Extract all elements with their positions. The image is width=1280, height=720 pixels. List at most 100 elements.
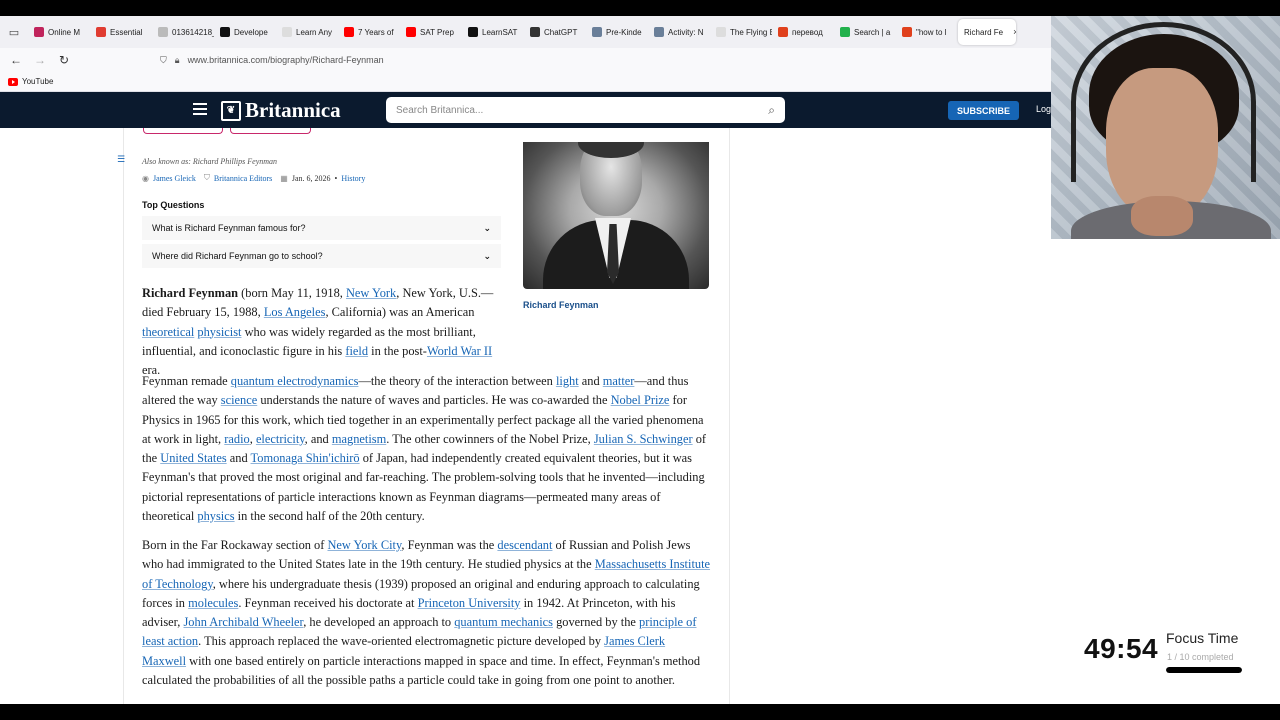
table-of-contents-icon[interactable]: ☰ — [117, 154, 125, 165]
tab-6[interactable]: SAT Prep — [400, 19, 462, 45]
tab-favicon-icon — [778, 27, 788, 37]
also-known-as: Also known as: Richard Phillips Feynman — [142, 157, 278, 166]
tab-label: Richard Fe — [964, 27, 1004, 37]
logo-text: Britannica — [245, 98, 341, 122]
link[interactable]: Los Angeles — [264, 305, 326, 319]
search-input[interactable] — [396, 104, 769, 116]
link[interactable]: quantum electrodynamics — [231, 374, 359, 388]
question-text: Where did Richard Feynman go to school? — [152, 251, 323, 261]
link[interactable]: field — [345, 344, 368, 358]
tab-7[interactable]: LearnSAT — [462, 19, 524, 45]
tab-2[interactable]: 013614218_1 — [152, 19, 214, 45]
paragraph-1: Richard Feynman (born May 11, 1918, New … — [142, 286, 494, 378]
webcam-overlay — [1051, 16, 1280, 239]
menu-icon[interactable] — [193, 103, 207, 115]
link[interactable]: matter — [603, 374, 635, 388]
link[interactable]: magnetism — [332, 432, 386, 446]
tab-10[interactable]: Activity: N — [648, 19, 710, 45]
editors-link[interactable]: Britannica Editors — [214, 174, 272, 183]
tab-favicon-icon — [840, 27, 850, 37]
back-icon[interactable]: ← — [4, 53, 28, 67]
tab-favicon-icon — [530, 27, 540, 37]
link[interactable]: United States — [160, 451, 226, 465]
link[interactable]: science — [221, 393, 257, 407]
lock-icon: 🔒︎ — [174, 54, 180, 65]
question-item[interactable]: Where did Richard Feynman go to school? … — [142, 244, 501, 268]
tab-label: "how to l — [916, 27, 947, 37]
link[interactable]: Massachusetts Institute of Technology — [142, 557, 710, 590]
tab-4[interactable]: Learn Any — [276, 19, 338, 45]
tab-5[interactable]: 7 Years of — [338, 19, 400, 45]
verified-icon: ⛉ — [203, 173, 210, 182]
britannica-logo[interactable]: ❦ Britannica — [221, 98, 341, 123]
close-tab-icon[interactable]: × — [1013, 27, 1016, 37]
tab-favicon-icon — [654, 27, 664, 37]
link[interactable]: John Archibald Wheeler — [183, 615, 303, 629]
tab-label: перевод — [792, 27, 823, 37]
link[interactable]: quantum mechanics — [454, 615, 553, 629]
link[interactable]: molecules — [188, 596, 238, 610]
bookmark-youtube[interactable]: YouTube — [22, 77, 53, 86]
question-item[interactable]: What is Richard Feynman famous for? ⌄ — [142, 216, 501, 240]
tab-9[interactable]: Pre-Kinde — [586, 19, 648, 45]
category-link[interactable]: History — [341, 174, 365, 183]
search-icon[interactable]: ⌕ — [768, 103, 775, 118]
tab-3[interactable]: Develope — [214, 19, 276, 45]
image-caption[interactable]: Richard Feynman — [523, 300, 599, 310]
tab-14[interactable]: "how to l — [896, 19, 958, 45]
feynman-portrait[interactable] — [523, 142, 709, 289]
tab-overview-icon[interactable]: ▭ — [0, 16, 28, 48]
partial-button[interactable] — [230, 128, 311, 134]
focus-progress-text: 1 / 10 completed — [1167, 652, 1234, 662]
tab-favicon-icon — [716, 27, 726, 37]
link[interactable]: light — [556, 374, 579, 388]
partial-button[interactable] — [143, 128, 223, 134]
tab-12[interactable]: перевод — [772, 19, 834, 45]
tab-label: 7 Years of — [358, 27, 394, 37]
youtube-icon — [8, 77, 18, 86]
link[interactable]: Julian S. Schwinger — [594, 432, 693, 446]
tab-label: SAT Prep — [420, 27, 454, 37]
link[interactable]: physicist — [197, 325, 241, 339]
link[interactable]: Princeton University — [418, 596, 521, 610]
tab-label: ChatGPT — [544, 27, 578, 37]
link[interactable]: James Clerk Maxwell — [142, 634, 665, 667]
tab-favicon-icon — [592, 27, 602, 37]
link[interactable]: New York City — [327, 538, 401, 552]
link[interactable]: Nobel Prize — [611, 393, 670, 407]
tab-label: Develope — [234, 27, 268, 37]
tab-favicon-icon — [220, 27, 230, 37]
url-text: www.britannica.com/biography/Richard-Fey… — [187, 55, 384, 65]
tab-favicon-icon — [468, 27, 478, 37]
tab-favicon-icon — [158, 27, 168, 37]
link[interactable]: Tomonaga Shin'ichirō — [251, 451, 360, 465]
forward-icon[interactable]: → — [28, 53, 52, 67]
tab-0[interactable]: Online M — [28, 19, 90, 45]
focus-timer: 49:54 — [1084, 633, 1159, 664]
tab-11[interactable]: The Flying Bir — [710, 19, 772, 45]
tab-8[interactable]: ChatGPT — [524, 19, 586, 45]
paragraph-3: Born in the Far Rockaway section of New … — [142, 538, 711, 688]
link[interactable]: descendant — [497, 538, 552, 552]
link[interactable]: radio — [224, 432, 249, 446]
subscribe-button[interactable]: SUBSCRIBE — [948, 101, 1019, 120]
tab-15[interactable]: Richard Fe × — [958, 19, 1016, 45]
byline: ◉ James Gleick ⛉ Britannica Editors ▦ Ja… — [142, 173, 365, 183]
address-bar[interactable]: ⛉ 🔒︎ www.britannica.com/biography/Richar… — [160, 55, 1050, 66]
search-box: ⌕ — [386, 97, 785, 123]
link[interactable]: electricity — [256, 432, 305, 446]
reload-icon[interactable]: ↻ — [52, 53, 76, 67]
login-link[interactable]: Log — [1036, 104, 1051, 114]
link[interactable]: World War II — [427, 344, 492, 358]
link[interactable]: theoretical — [142, 325, 194, 339]
author-link[interactable]: James Gleick — [153, 174, 196, 183]
tab-13[interactable]: Search | a — [834, 19, 896, 45]
browser-window: ▭ Online M Essential 013614218_1 Develope Le… — [0, 16, 1280, 704]
link[interactable]: physics — [197, 509, 234, 523]
question-text: What is Richard Feynman famous for? — [152, 223, 306, 233]
focus-time-label: Focus Time — [1166, 630, 1239, 646]
link[interactable]: New York — [346, 286, 396, 300]
tab-label: Pre-Kinde — [606, 27, 642, 37]
tab-1[interactable]: Essential — [90, 19, 152, 45]
tab-favicon-icon — [902, 27, 912, 37]
